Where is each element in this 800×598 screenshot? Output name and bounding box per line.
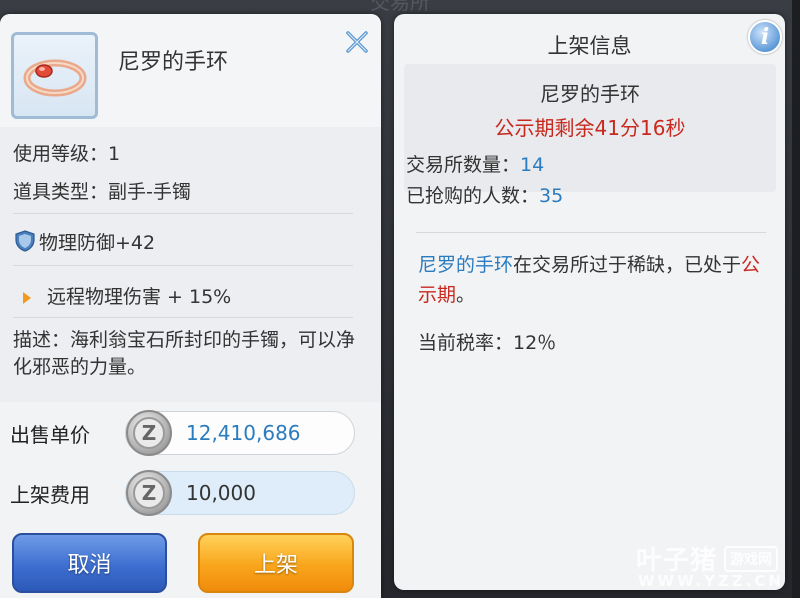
- item-type: 道具类型：副手-手镯: [13, 181, 191, 203]
- sell-price-row: 出售单价 Z 12,410,686: [0, 409, 381, 459]
- public-period-countdown: 公示期剩余41分16秒: [494, 116, 686, 140]
- physical-defense-row: 物理防御+42: [13, 228, 155, 258]
- item-icon-slot[interactable]: [11, 32, 98, 119]
- zeny-coin-icon: Z: [126, 470, 172, 516]
- item-description: 描述：海利翁宝石所封印的手镯，可以净化邪恶的力量。: [13, 329, 356, 378]
- item-detail-panel: 尼罗的手环 使用等级：1 道具类型：副手-手镯 物理防御+42 远程物理伤害 +…: [0, 14, 381, 598]
- close-button[interactable]: [343, 28, 371, 56]
- ranged-damage-row: 远程物理伤害 + 15%: [13, 282, 231, 309]
- watermark-badge: 游戏网: [724, 546, 778, 572]
- item-level: 使用等级：1: [13, 143, 121, 165]
- info-icon: i: [760, 24, 770, 50]
- exchange-count-label: 交易所数量：: [406, 154, 521, 176]
- listing-fee-label: 上架费用: [10, 483, 90, 507]
- cancel-button[interactable]: 取消: [12, 533, 167, 593]
- listing-divider: [416, 232, 766, 233]
- sell-price-input[interactable]: Z 12,410,686: [125, 410, 355, 456]
- attributes-divider: [13, 213, 353, 214]
- shield-icon: [13, 229, 37, 258]
- buyers-count-label: 已抢购的人数：: [406, 185, 540, 207]
- background-strip: [792, 0, 800, 598]
- buyers-count-row: 已抢购的人数：35: [406, 181, 563, 208]
- attributes-divider: [13, 265, 353, 266]
- bullet-arrow-icon: [23, 291, 31, 304]
- sell-price-value: 12,410,686: [186, 421, 301, 445]
- sell-price-label: 出售单价: [10, 423, 90, 447]
- watermark-url: WWW.YZZ.CN: [638, 572, 784, 590]
- item-attributes: 使用等级：1 道具类型：副手-手镯 物理防御+42 远程物理伤害 + 15% 描…: [0, 127, 381, 402]
- item-header: 尼罗的手环: [0, 14, 381, 127]
- tax-rate: 当前税率：12％: [418, 332, 557, 354]
- zeny-coin-icon: Z: [126, 410, 172, 456]
- info-button[interactable]: i: [748, 20, 782, 54]
- listing-fee-row: 上架费用 Z 10,000: [0, 469, 381, 519]
- notice-text: 在交易所过于稀缺，已处于: [513, 254, 742, 276]
- listing-info-title: 上架信息: [547, 34, 632, 58]
- site-watermark: 叶子猪 游戏网 WWW.YZZ.CN: [636, 540, 796, 596]
- scarcity-notice: 尼罗的手环在交易所过于稀缺，已处于公示期。: [418, 250, 768, 310]
- physical-defense-text: 物理防御+42: [39, 232, 156, 254]
- item-name: 尼罗的手环: [118, 50, 229, 75]
- buyers-count-value: 35: [539, 185, 564, 207]
- listing-info-panel: 上架信息 i 尼罗的手环 公示期剩余41分16秒 交易所数量：14 已抢购的人数…: [394, 14, 785, 590]
- exchange-count-value: 14: [520, 154, 545, 176]
- close-icon: [346, 31, 368, 53]
- background-title: 交易所: [370, 0, 430, 14]
- exchange-count-row: 交易所数量：14: [406, 150, 544, 177]
- bracelet-icon: [23, 59, 86, 96]
- notice-end: 。: [456, 284, 476, 306]
- listing-fee-value: 10,000: [186, 481, 256, 505]
- list-item-button[interactable]: 上架: [198, 533, 354, 593]
- attributes-divider: [13, 317, 353, 318]
- notice-item-link[interactable]: 尼罗的手环: [418, 254, 513, 276]
- listing-fee-field: Z 10,000: [125, 470, 355, 516]
- listing-item-name: 尼罗的手环: [540, 82, 640, 106]
- ranged-damage-text: 远程物理伤害 + 15%: [47, 286, 232, 308]
